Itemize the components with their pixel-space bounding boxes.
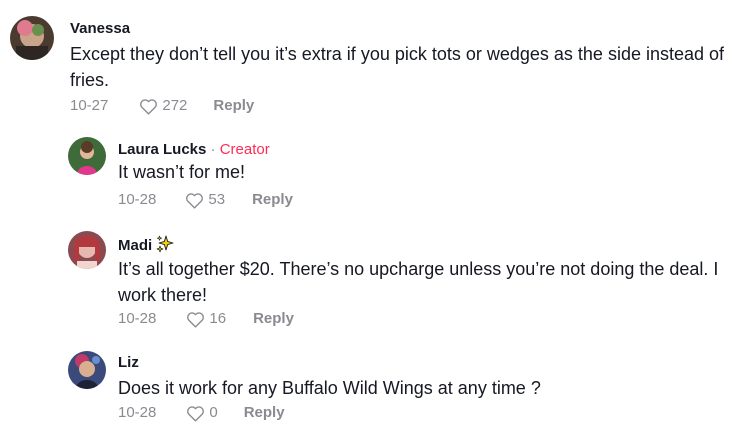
reply-button[interactable]: Reply (253, 310, 294, 328)
like-count: 0 (209, 404, 218, 421)
comment-text: Does it work for any Buffalo Wild Wings … (118, 378, 541, 398)
comment-text: It’s all together $20. There’s no upchar… (118, 259, 719, 305)
username[interactable]: Laura Lucks · Creator (118, 141, 270, 159)
sparkles-icon (156, 235, 174, 258)
like-button[interactable]: 53 (185, 191, 225, 209)
username[interactable]: Vanessa (70, 20, 130, 38)
like-count: 53 (208, 191, 226, 208)
like-button[interactable]: 0 (186, 404, 218, 422)
separator: · (206, 141, 220, 158)
username[interactable]: Madi (118, 235, 174, 258)
comment-text: It wasn’t for me! (118, 162, 246, 182)
comment-meta: 10-28 53 Reply (118, 191, 293, 209)
heart-outline-icon (187, 405, 205, 422)
avatar[interactable] (68, 231, 106, 269)
comment-date: 10-28 (118, 191, 157, 208)
heart-outline-icon (186, 192, 204, 209)
like-count: 272 (162, 97, 188, 114)
reply-button[interactable]: Reply (213, 97, 254, 115)
reply-button[interactable]: Reply (244, 404, 285, 422)
comment-date: 10-28 (118, 404, 157, 421)
avatar[interactable] (68, 351, 106, 389)
username-text[interactable]: Laura Lucks (118, 141, 206, 158)
comment-text: Except they don’t tell you it’s extra if… (70, 44, 725, 90)
comment-date: 10-28 (118, 310, 157, 327)
heart-outline-icon (187, 311, 205, 328)
comment-meta: 10-27 272 Reply (70, 97, 254, 115)
reply-button[interactable]: Reply (252, 191, 293, 209)
comment-date: 10-27 (70, 97, 109, 114)
creator-badge: Creator (219, 141, 270, 158)
like-count: 16 (209, 310, 227, 327)
username[interactable]: Liz (118, 354, 139, 372)
like-button[interactable]: 16 (186, 310, 226, 328)
like-button[interactable]: 272 (139, 97, 187, 115)
comment-meta: 10-28 16 Reply (118, 310, 294, 328)
comment-meta: 10-28 0 Reply (118, 404, 285, 422)
username-text[interactable]: Madi (118, 237, 152, 254)
heart-outline-icon (140, 98, 158, 115)
avatar[interactable] (68, 137, 106, 175)
avatar[interactable] (10, 16, 54, 60)
